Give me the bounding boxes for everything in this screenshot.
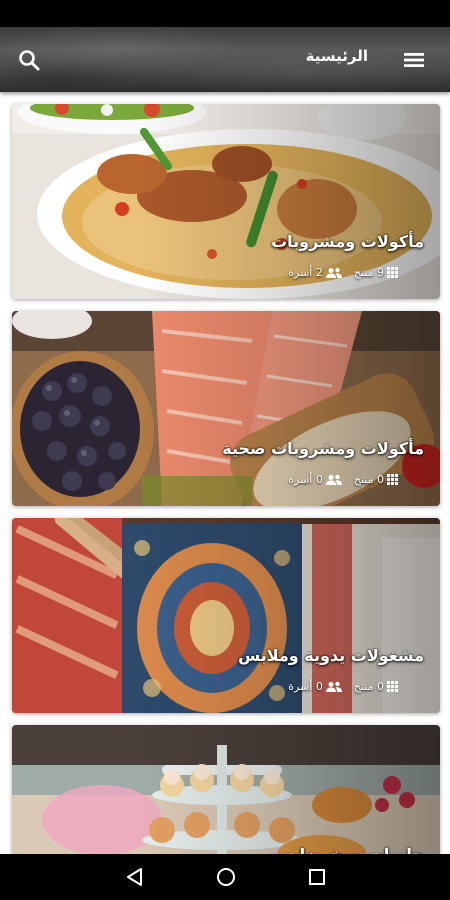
category-list: مأكولات ومشروبات 9 منتج 2 أسرة مأكولات و… [0, 92, 450, 854]
category-card-food-drinks[interactable]: مأكولات ومشروبات 9 منتج 2 أسرة [12, 104, 440, 299]
families-label: 2 أسرة [288, 266, 323, 279]
home-circle-icon[interactable] [214, 866, 238, 888]
products-count: 0 منتج [354, 473, 398, 486]
category-card-handicrafts[interactable]: مشغولات يدوية وملابس 0 منتج 0 أسرة [12, 518, 440, 713]
category-title: مشغولات يدوية وملابس [238, 646, 424, 665]
grid-icon [387, 474, 398, 485]
category-card-desserts[interactable]: حلويات ومخبوزات [12, 725, 440, 854]
products-count: 0 منتج [354, 680, 398, 693]
page-title: الرئيسية [305, 47, 368, 65]
app-bar: الرئيسية [0, 27, 450, 92]
category-stats: 0 منتج 0 أسرة [288, 473, 398, 486]
group-icon [325, 267, 342, 279]
back-triangle-icon[interactable] [123, 866, 147, 888]
category-title: حلويات ومخبوزات [284, 845, 424, 854]
category-stats: 9 منتج 2 أسرة [288, 266, 398, 279]
products-label: 0 منتج [353, 473, 384, 486]
group-icon [325, 474, 342, 486]
families-label: 0 أسرة [288, 473, 323, 486]
group-icon [325, 681, 342, 693]
grid-icon [387, 267, 398, 278]
families-label: 0 أسرة [288, 680, 323, 693]
products-label: 0 منتج [353, 680, 384, 693]
search-icon[interactable] [14, 46, 44, 74]
families-count: 0 أسرة [288, 680, 342, 693]
category-stats: 0 منتج 0 أسرة [288, 680, 398, 693]
hamburger-menu-icon[interactable] [398, 46, 430, 74]
card-overlay [12, 725, 440, 854]
category-title: مأكولات ومشروبات [271, 232, 424, 251]
category-card-healthy-food[interactable]: مأكولات ومشروبات صحية 0 منتج 0 أسرة [12, 311, 440, 506]
products-count: 9 منتج [354, 266, 398, 279]
system-nav-bar [0, 854, 450, 900]
recents-square-icon[interactable] [305, 866, 329, 888]
families-count: 0 أسرة [288, 473, 342, 486]
status-bar [0, 0, 450, 27]
category-title: مأكولات ومشروبات صحية [222, 439, 424, 458]
families-count: 2 أسرة [288, 266, 342, 279]
grid-icon [387, 681, 398, 692]
app-bar-texture [0, 27, 450, 92]
products-label: 9 منتج [353, 266, 384, 279]
